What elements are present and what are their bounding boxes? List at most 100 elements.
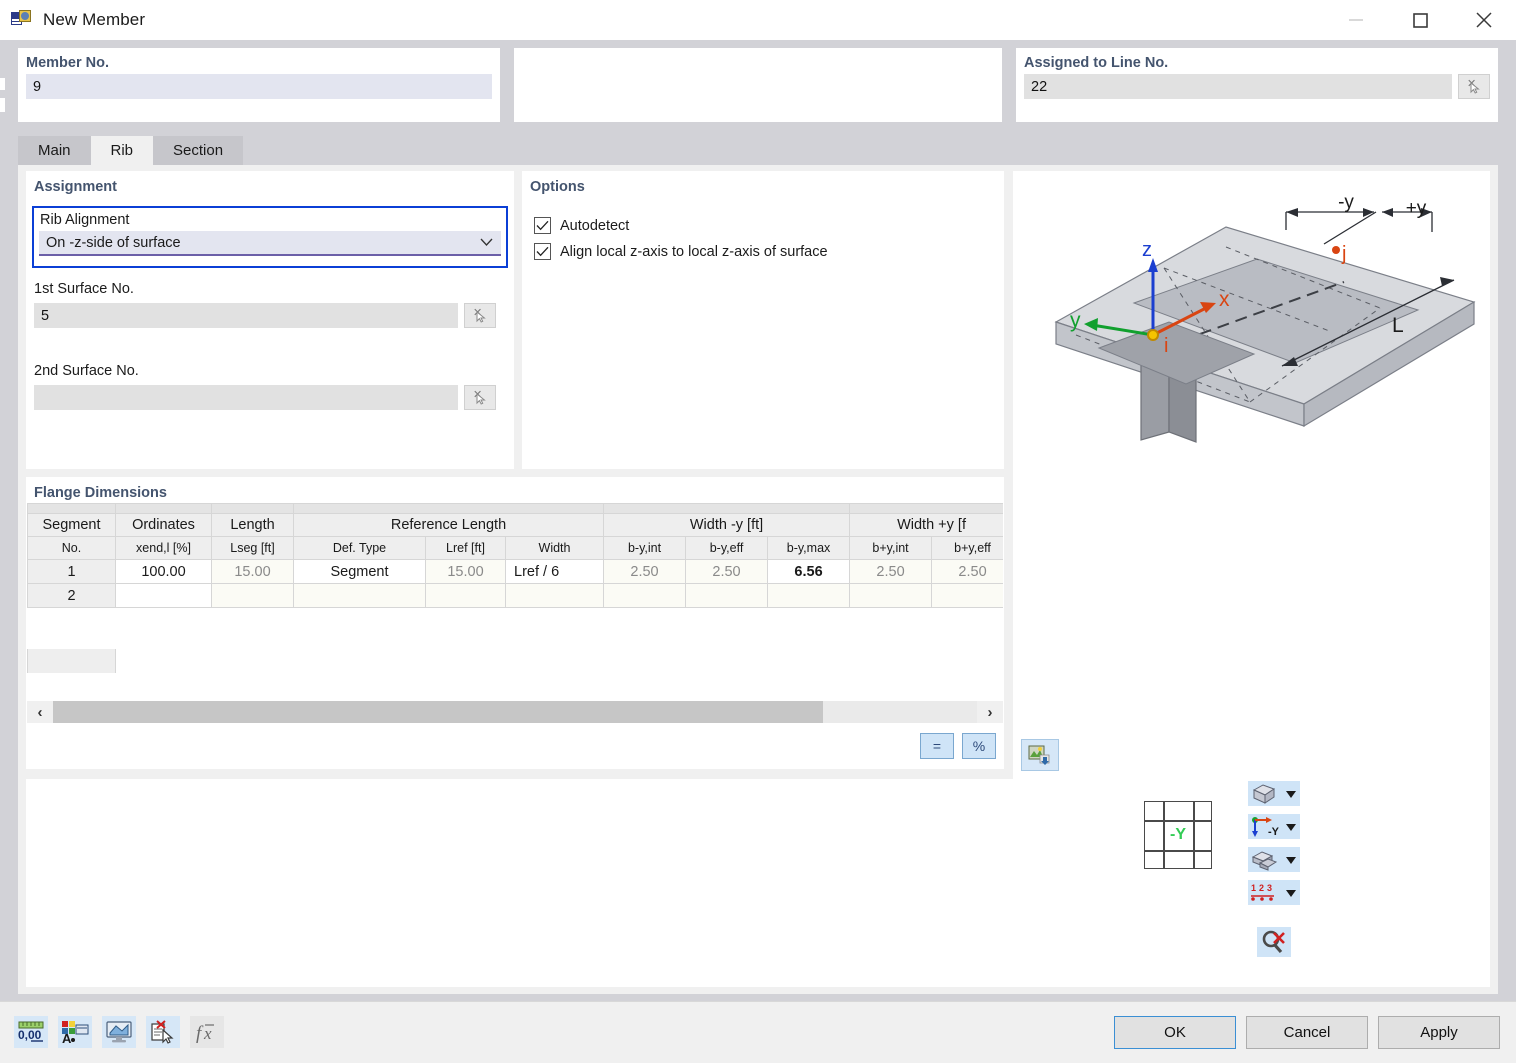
snapshot-button[interactable] [1021,739,1059,771]
layers-icon [1251,850,1278,871]
assigned-line-input[interactable]: 22 [1024,74,1452,99]
minimize-icon [1349,19,1363,21]
cell-bymax[interactable] [767,583,851,608]
axis-label-z: z [1142,239,1152,261]
preview-panel: z x y i j -y +y L [1013,171,1490,781]
tab-rib[interactable]: Rib [90,136,154,165]
delete-doc-icon [151,1020,174,1044]
scroll-right-icon[interactable]: › [977,701,1003,723]
tab-section[interactable]: Section [153,136,244,165]
render-mode-button[interactable] [1248,781,1300,806]
cell-lseg[interactable]: 15.00 [211,559,294,584]
options-title: Options [530,179,585,195]
cursor-pick-icon: ✕ [1466,78,1482,95]
cell-xend[interactable]: 100.00 [115,559,212,584]
scroll-left-icon[interactable]: ‹ [27,701,53,723]
cursor-pick-icon: ✕ [472,389,488,406]
delete-doc-button[interactable] [146,1016,180,1048]
flange-horizontal-scrollbar[interactable]: ‹ › [27,701,1003,723]
cell-width[interactable]: Lref / 6 [504,559,605,584]
rib-alignment-field[interactable]: Rib Alignment On -z-side of surface [32,206,508,268]
table-group-spacer-row [27,503,1003,514]
rib-alignment-combobox[interactable]: On -z-side of surface [39,231,501,256]
cell-xend[interactable] [115,583,212,608]
table-empty-area [27,649,1003,673]
cell-width[interactable] [504,583,605,608]
apply-button[interactable]: Apply [1378,1016,1500,1049]
autodetect-checkbox-row[interactable]: Autodetect [534,217,1004,234]
close-button[interactable] [1452,0,1516,40]
table-row[interactable]: 1 100.00 15.00 Segment 15.00 Lref / 6 2.… [27,559,1003,584]
view-button[interactable] [102,1016,136,1048]
first-surface-pick-button[interactable]: ✕ [464,303,496,328]
svg-text:1: 1 [1251,883,1256,893]
minimize-button[interactable] [1324,0,1388,40]
align-zaxis-label: Align local z-axis to local z-axis of su… [560,243,828,260]
scroll-track[interactable] [53,701,977,723]
chevron-down-icon[interactable] [1286,786,1296,802]
autodetect-checkbox[interactable] [534,217,551,234]
cell-byint[interactable]: 2.50 [603,559,687,584]
chevron-down-icon[interactable] [1286,819,1296,835]
table-row[interactable]: 2 [27,583,1003,608]
cell-bpyeff[interactable]: 2.50 [931,559,1003,584]
maximize-button[interactable] [1388,0,1452,40]
flange-dimensions-panel: Flange Dimensions Segment Ordinates Leng… [26,477,1004,769]
cell-lseg[interactable] [211,583,294,608]
svg-text:f: f [196,1023,204,1044]
second-surface-pick-button[interactable]: ✕ [464,385,496,410]
subheader-xend: xend,l [%] [115,536,212,560]
formula-button[interactable]: f x [190,1016,224,1048]
node-label-i: i [1164,335,1168,357]
cell-byeff[interactable] [685,583,769,608]
chevron-down-icon[interactable] [1286,885,1296,901]
align-zaxis-checkbox-row[interactable]: Align local z-axis to local z-axis of su… [534,243,1004,260]
flange-action-buttons: = % [920,733,996,759]
clear-selection-button[interactable] [1257,927,1291,957]
cancel-button[interactable]: Cancel [1246,1016,1368,1049]
cell-lref[interactable]: 15.00 [425,559,506,584]
window-controls [1324,0,1516,40]
check-icon [536,246,549,257]
subheader-byint: b-y,int [603,536,687,560]
cell-bymax[interactable]: 6.56 [767,559,851,584]
cell-bpyint[interactable]: 2.50 [849,559,933,584]
colors-button[interactable]: A [58,1016,92,1048]
first-surface-label: 1st Surface No. [34,281,134,297]
ok-button[interactable]: OK [1114,1016,1236,1049]
units-label: 0,00 [18,1028,42,1042]
cell-bpyint[interactable] [849,583,933,608]
axes-icon: -Y [1252,816,1280,838]
align-zaxis-checkbox[interactable] [534,243,551,260]
percent-button[interactable]: % [962,733,996,759]
cell-deftype[interactable]: Segment [293,559,426,584]
chevron-down-icon[interactable] [1286,852,1296,868]
second-surface-input[interactable] [34,385,458,410]
header-reference-length: Reference Length [292,513,605,537]
numbering-icon: 1 2 3 [1251,883,1274,901]
cell-bpyeff[interactable] [931,583,1003,608]
member-no-input[interactable]: 9 [26,74,492,99]
cell-byint[interactable] [603,583,687,608]
first-surface-input[interactable]: 5 [34,303,458,328]
svg-text:A: A [62,1031,72,1044]
axis-orientation-button[interactable]: -Y [1248,814,1300,839]
subheader-no: No. [27,536,116,560]
navigation-grid[interactable]: -Y [1144,801,1212,869]
tab-main[interactable]: Main [18,136,91,165]
maximize-icon [1413,13,1428,28]
cell-byeff[interactable]: 2.50 [685,559,769,584]
cell-deftype[interactable] [293,583,426,608]
equal-button[interactable]: = [920,733,954,759]
scroll-thumb[interactable] [53,701,823,723]
new-member-dialog: New Member Member No. 9 Assigned to Line… [0,0,1516,1063]
assigned-line-pick-button[interactable]: ✕ [1458,74,1490,99]
chevron-down-icon [480,235,493,251]
numbering-button[interactable]: 1 2 3 [1248,880,1300,905]
header-ordinates: Ordinates [115,513,212,537]
surface-display-button[interactable] [1248,847,1300,872]
units-button[interactable]: 0,00 [14,1016,48,1048]
view-tool-buttons: -Y 1 2 3 [1248,781,1300,957]
cell-lref[interactable] [425,583,506,608]
row-number: 1 [27,559,116,584]
